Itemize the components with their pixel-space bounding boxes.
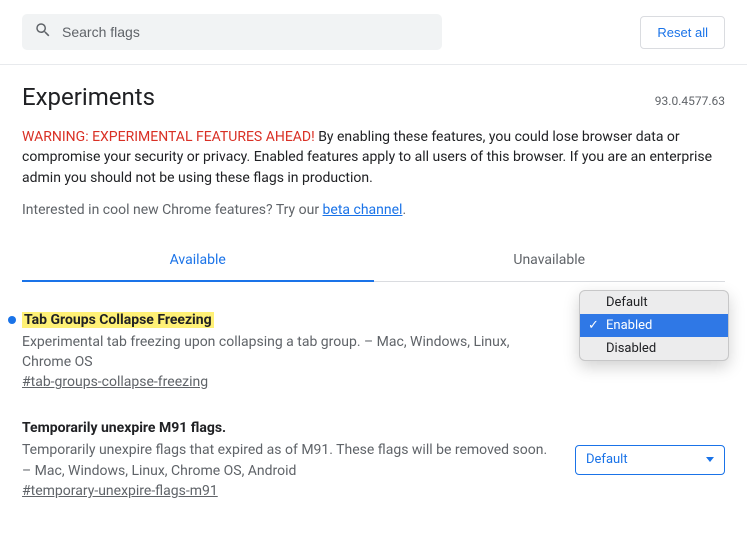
tabs-bar: Available Unavailable: [22, 240, 725, 282]
reset-all-button[interactable]: Reset all: [640, 16, 725, 49]
dropdown-option-default[interactable]: Default: [580, 291, 728, 314]
flag-row: Temporarily unexpire M91 flags. Temporar…: [22, 420, 725, 499]
warning-prefix: WARNING: EXPERIMENTAL FEATURES AHEAD!: [22, 129, 315, 145]
tab-unavailable[interactable]: Unavailable: [374, 240, 726, 282]
select-value: Default: [586, 452, 628, 467]
warning-text: WARNING: EXPERIMENTAL FEATURES AHEAD! By…: [22, 127, 725, 188]
dropdown-option-enabled[interactable]: ✓ Enabled: [580, 314, 728, 337]
flag-description: Temporarily unexpire flags that expired …: [22, 440, 557, 481]
flag-anchor-link[interactable]: #tab-groups-collapse-freezing: [22, 374, 208, 390]
check-icon: ✓: [588, 318, 599, 333]
version-label: 93.0.4577.63: [655, 94, 725, 108]
search-box[interactable]: [22, 14, 442, 50]
interest-line: Interested in cool new Chrome features? …: [22, 202, 725, 218]
beta-channel-link[interactable]: beta channel: [323, 202, 403, 218]
flag-title: Temporarily unexpire M91 flags.: [22, 420, 226, 436]
flag-anchor-link[interactable]: #temporary-unexpire-flags-m91: [22, 483, 218, 499]
chevron-down-icon: [706, 457, 714, 462]
flag-row: Tab Groups Collapse Freezing Experimenta…: [22, 312, 725, 391]
search-input[interactable]: [62, 24, 430, 40]
search-icon: [34, 21, 52, 43]
dropdown-option-disabled[interactable]: Disabled: [580, 337, 728, 360]
modified-indicator-dot: [8, 316, 16, 324]
page-title: Experiments: [22, 83, 155, 111]
tab-available[interactable]: Available: [22, 240, 374, 282]
flag-title: Tab Groups Collapse Freezing: [22, 312, 214, 328]
flag-state-dropdown-menu: Default ✓ Enabled Disabled: [579, 290, 729, 361]
flag-state-select[interactable]: Default: [575, 445, 725, 475]
flag-description: Experimental tab freezing upon collapsin…: [22, 332, 557, 373]
